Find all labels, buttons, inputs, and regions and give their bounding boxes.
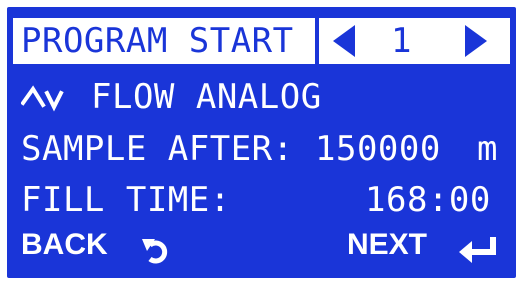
sample-after-unit: m bbox=[477, 129, 498, 169]
next-button[interactable]: NEXT bbox=[347, 221, 427, 269]
flow-mode-label: FLOW ANALOG bbox=[91, 77, 322, 117]
arrow-left-icon[interactable] bbox=[333, 25, 355, 57]
return-arrow-icon[interactable] bbox=[141, 235, 171, 265]
program-number: 1 bbox=[391, 21, 412, 61]
program-start-title: PROGRAM START bbox=[21, 21, 294, 61]
program-start-header: PROGRAM START 1 bbox=[13, 18, 510, 64]
enter-arrow-icon[interactable] bbox=[457, 233, 501, 263]
analog-wave-icon bbox=[21, 85, 64, 112]
sample-after-label: SAMPLE AFTER: bbox=[21, 129, 294, 169]
sample-after-value[interactable]: 150000 bbox=[315, 125, 441, 173]
lcd-screen: PROGRAM START 1 FLOW ANALOG SAMPLE AFTER… bbox=[7, 7, 516, 278]
fill-time-value[interactable]: 168:00 bbox=[365, 176, 491, 224]
back-button[interactable]: BACK bbox=[21, 221, 108, 269]
fill-time-label: FILL TIME: bbox=[21, 180, 231, 220]
header-divider bbox=[315, 18, 319, 64]
arrow-right-icon[interactable] bbox=[465, 25, 487, 57]
